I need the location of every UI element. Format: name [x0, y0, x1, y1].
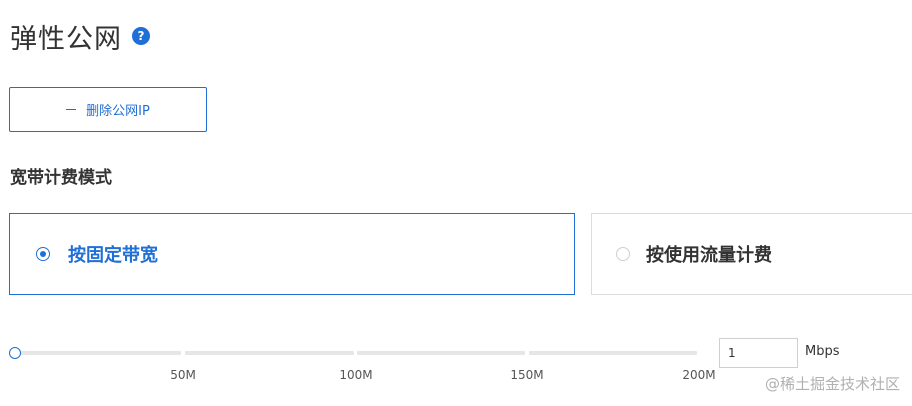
- remove-public-ip-label: 删除公网IP: [86, 104, 150, 119]
- billing-mode-label: 宽带计费模式: [10, 168, 112, 188]
- slider-tick-label: 200M: [682, 368, 716, 382]
- help-icon[interactable]: ?: [132, 27, 150, 45]
- bandwidth-input[interactable]: [719, 338, 798, 368]
- slider-tick-label: 100M: [339, 368, 373, 382]
- slider-tick-label: 50M: [170, 368, 196, 382]
- billing-option-label: 按使用流量计费: [646, 245, 772, 266]
- slider-track-segment[interactable]: [529, 351, 697, 355]
- slider-handle[interactable]: [9, 347, 21, 359]
- billing-option-pay-by-traffic[interactable]: 按使用流量计费: [591, 213, 912, 295]
- radio-unchecked[interactable]: [616, 247, 630, 261]
- bandwidth-unit-label: Mbps: [805, 344, 840, 359]
- watermark: @稀土掘金技术社区: [764, 375, 900, 393]
- bandwidth-slider[interactable]: 50M 100M 150M 200M: [9, 344, 716, 384]
- billing-option-label: 按固定带宽: [68, 245, 158, 266]
- minus-icon: [66, 109, 77, 110]
- slider-tick-label: 150M: [510, 368, 544, 382]
- slider-track-segment[interactable]: [15, 351, 181, 355]
- slider-track-segment[interactable]: [357, 351, 525, 355]
- slider-track-segment[interactable]: [185, 351, 354, 355]
- billing-option-fixed-bandwidth[interactable]: 按固定带宽: [9, 213, 575, 295]
- radio-checked[interactable]: [36, 247, 50, 261]
- remove-public-ip-button[interactable]: 删除公网IP: [9, 87, 207, 132]
- page-header: 弹性公网 ?: [10, 16, 150, 56]
- page-title: 弹性公网: [10, 23, 122, 55]
